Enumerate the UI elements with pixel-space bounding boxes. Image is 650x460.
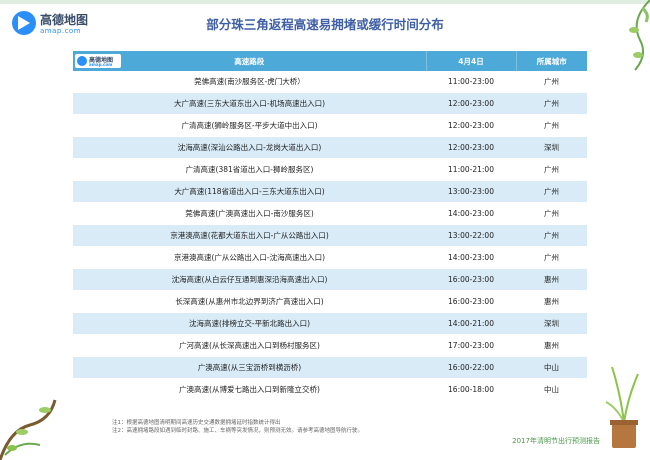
- city-cell: 中山: [516, 378, 587, 401]
- road-segment-cell: 广澳高速(从博爱七路出入口到新隆立交桥): [73, 378, 426, 401]
- time-range-cell: 16:00-23:00: [426, 268, 516, 291]
- time-range-cell: 12:00-23:00: [426, 136, 516, 159]
- table-row: 大广高速(118省道出入口-三东大道东出入口) 13:00-23:00 广州: [73, 180, 587, 203]
- table-logo: 高德地图 amap.com: [75, 54, 121, 68]
- city-cell: 广州: [516, 246, 587, 269]
- city-cell: 广州: [516, 224, 587, 247]
- road-segment-cell: 长深高速(从惠州市北边界到济广高速出入口): [73, 290, 426, 313]
- congestion-table: 高德地图 amap.com 高速路段 4月4日 所属城市 莞佛高速(南沙服务区-…: [73, 51, 587, 401]
- table-row: 广河高速(从长深高速出入口到杨村服务区) 17:00-23:00 惠州: [73, 334, 587, 357]
- city-cell: 广州: [516, 114, 587, 137]
- time-range-cell: 11:00-23:00: [426, 71, 516, 93]
- table-row: 莞佛高速(南沙服务区-虎门大桥） 11:00-23:00 广州: [73, 71, 587, 93]
- road-segment-cell: 京港澳高速(广从公路出入口-沈海高速出入口): [73, 246, 426, 269]
- city-cell: 广州: [516, 158, 587, 181]
- time-range-cell: 16:00-18:00: [426, 378, 516, 401]
- time-range-cell: 12:00-23:00: [426, 114, 516, 137]
- table-row: 广澳高速(从三宝沥桥到横沥桥) 16:00-22:00 中山: [73, 356, 587, 379]
- table-row: 沈海高速(从白云仔互通到惠深沿海高速出入口) 16:00-23:00 惠州: [73, 268, 587, 291]
- city-cell: 广州: [516, 180, 587, 203]
- potted-plant-icon: [605, 366, 639, 448]
- time-range-cell: 16:00-22:00: [426, 356, 516, 379]
- road-segment-cell: 大广高速(三东大道东出入口-机场高速出入口): [73, 92, 426, 115]
- table-row: 广澳高速(从博爱七路出入口到新隆立交桥) 16:00-18:00 中山: [73, 378, 587, 401]
- road-segment-cell: 沈海高速(深汕公路出入口-龙岗大道出入口): [73, 136, 426, 159]
- header-road-segment: 高德地图 amap.com 高速路段: [73, 51, 427, 71]
- road-segment-cell: 沈海高速(排榜立交-平新北路出入口): [73, 312, 426, 335]
- report-page: 高德地图 amap.com 部分珠三角返程高速易拥堵或缓行时间分布 高德地图 a…: [0, 0, 650, 460]
- city-cell: 深圳: [516, 136, 587, 159]
- table-row: 广清高速(381省道出入口-狮岭服务区) 11:00-21:00 广州: [73, 158, 587, 181]
- header-city: 所属城市: [516, 51, 587, 71]
- time-range-cell: 17:00-23:00: [426, 334, 516, 357]
- report-footer: 2017年清明节出行预测报告: [512, 437, 600, 445]
- time-range-cell: 11:00-21:00: [426, 158, 516, 181]
- table-header-row: 高德地图 amap.com 高速路段 4月4日 所属城市: [73, 51, 587, 71]
- road-segment-cell: 京港澳高速(花都大道东出入口-广从公路出入口): [73, 224, 426, 247]
- city-cell: 广州: [516, 202, 587, 225]
- table-logo-url: amap.com: [89, 62, 113, 67]
- table-row: 莞佛高速(广澳高速出入口-南沙服务区) 14:00-23:00 广州: [73, 202, 587, 225]
- time-range-cell: 12:00-23:00: [426, 92, 516, 115]
- road-segment-cell: 大广高速(118省道出入口-三东大道东出入口): [73, 180, 426, 203]
- vine-decoration-icon: [629, 0, 650, 71]
- time-range-cell: 16:00-23:00: [426, 290, 516, 313]
- city-cell: 惠州: [516, 334, 587, 357]
- city-cell: 中山: [516, 356, 587, 379]
- footnotes: 注1：根据高德地图清明期间高速历史交通数据拥堵延时指数统计得出 注2：高速拥堵路…: [112, 419, 363, 435]
- time-range-cell: 14:00-21:00: [426, 312, 516, 335]
- table-row: 京港澳高速(广从公路出入口-沈海高速出入口) 14:00-23:00 广州: [73, 246, 587, 269]
- time-range-cell: 14:00-23:00: [426, 246, 516, 269]
- road-segment-cell: 沈海高速(从白云仔互通到惠深沿海高速出入口): [73, 268, 426, 291]
- table-row: 大广高速(三东大道东出入口-机场高速出入口) 12:00-23:00 广州: [73, 92, 587, 115]
- road-segment-cell: 广澳高速(从三宝沥桥到横沥桥): [73, 356, 426, 379]
- amap-logo-icon: [77, 56, 87, 66]
- road-segment-cell: 莞佛高速(广澳高速出入口-南沙服务区): [73, 202, 426, 225]
- road-segment-cell: 莞佛高速(南沙服务区-虎门大桥）: [73, 71, 426, 93]
- top-border: [0, 0, 650, 4]
- footnote: 注1：根据高德地图清明期间高速历史交通数据拥堵延时指数统计得出: [112, 420, 281, 426]
- header-label: 高速路段: [234, 56, 265, 66]
- table-body: 莞佛高速(南沙服务区-虎门大桥） 11:00-23:00 广州 大广高速(三东大道东出…: [73, 71, 587, 401]
- table-row: 广清高速(狮岭服务区-平步大道中出入口) 12:00-23:00 广州: [73, 114, 587, 137]
- city-cell: 惠州: [516, 290, 587, 313]
- table-row: 沈海高速(排榜立交-平新北路出入口) 14:00-21:00 深圳: [73, 312, 587, 335]
- footnote: 注2：高速拥堵路段如遇到临时封路、施工、车祸等突发情况，则预测无效。请参考高德地…: [112, 428, 364, 434]
- road-segment-cell: 广河高速(从长深高速出入口到杨村服务区): [73, 334, 426, 357]
- city-cell: 深圳: [516, 312, 587, 335]
- table-row: 沈海高速(深汕公路出入口-龙岗大道出入口) 12:00-23:00 深圳: [73, 136, 587, 159]
- page-title: 部分珠三角返程高速易拥堵或缓行时间分布: [206, 17, 444, 32]
- table-row: 京港澳高速(花都大道东出入口-广从公路出入口) 13:00-22:00 广州: [73, 224, 587, 247]
- city-cell: 惠州: [516, 268, 587, 291]
- road-segment-cell: 广清高速(381省道出入口-狮岭服务区): [73, 158, 426, 181]
- vine-decoration-icon: [0, 399, 57, 460]
- header-date: 4月4日: [426, 51, 517, 71]
- time-range-cell: 13:00-22:00: [426, 224, 516, 247]
- time-range-cell: 14:00-23:00: [426, 202, 516, 225]
- city-cell: 广州: [516, 71, 587, 93]
- time-range-cell: 13:00-23:00: [426, 180, 516, 203]
- road-segment-cell: 广清高速(狮岭服务区-平步大道中出入口): [73, 114, 426, 137]
- city-cell: 广州: [516, 92, 587, 115]
- table-row: 长深高速(从惠州市北边界到济广高速出入口) 16:00-23:00 惠州: [73, 290, 587, 313]
